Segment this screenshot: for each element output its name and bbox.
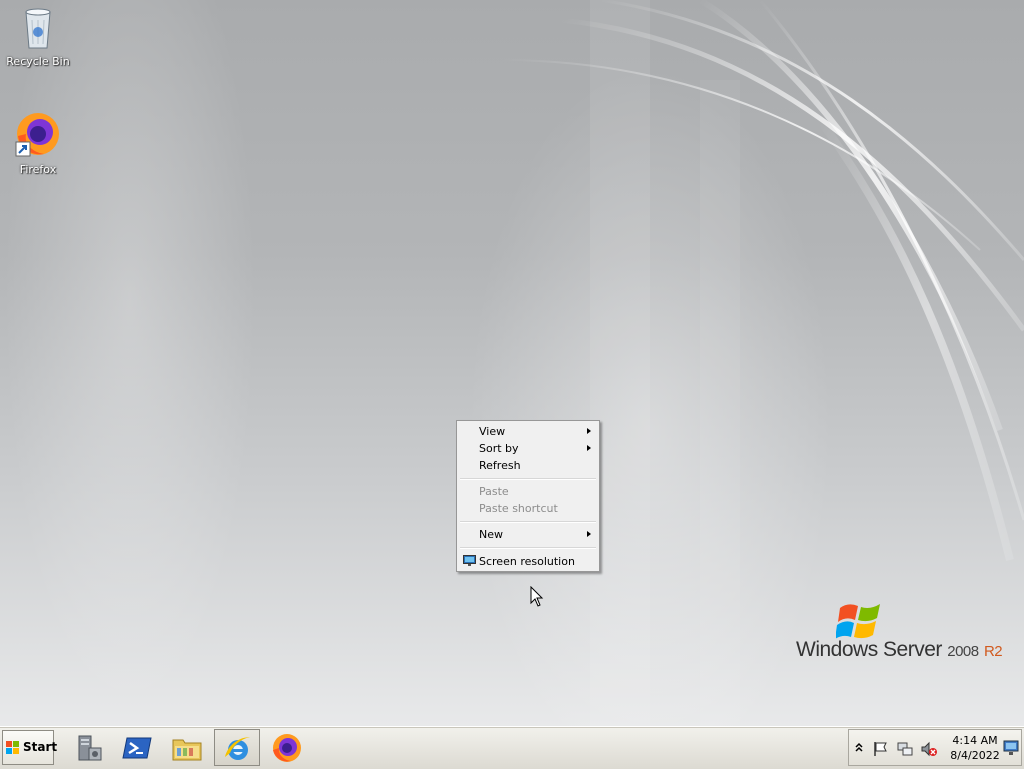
windows-logo-icon (836, 604, 880, 639)
system-clock[interactable]: 4:14 AM 8/4/2022 (945, 733, 1005, 763)
menu-separator (460, 478, 596, 480)
brand-product: Windows Server (796, 638, 942, 661)
clock-date: 8/4/2022 (950, 749, 1000, 762)
submenu-arrow-icon (587, 428, 591, 434)
menu-item-view-label: View (479, 425, 506, 438)
menu-item-new[interactable]: New (459, 526, 597, 543)
menu-separator (460, 521, 596, 523)
show-hidden-icons-icon[interactable] (855, 742, 863, 752)
recycle-bin-icon (25, 8, 51, 49)
taskbar-internet-explorer[interactable] (214, 729, 260, 766)
recycle-bin-icon-shortcut[interactable]: Recycle Bin (3, 6, 73, 68)
menu-item-paste[interactable]: Paste (459, 483, 597, 500)
network-icon[interactable] (897, 741, 913, 757)
taskbar-firefox[interactable] (264, 729, 310, 766)
start-windows-icon (6, 741, 19, 754)
folder-icon (172, 739, 202, 761)
menu-item-paste-shortcut-label: Paste shortcut (479, 502, 558, 515)
taskbar: Start 4:14 AM 8/4/2022 (0, 726, 1024, 769)
menu-item-sort-by-label: Sort by (479, 442, 519, 455)
taskbar-powershell[interactable] (114, 729, 160, 766)
firefox-icon (273, 734, 301, 762)
server-manager-icon (78, 735, 102, 761)
brand-edition: R2 (983, 643, 1003, 660)
menu-item-paste-label: Paste (479, 485, 509, 498)
powershell-icon (122, 737, 152, 759)
menu-item-screen-resolution-label: Screen resolution (479, 555, 575, 568)
submenu-arrow-icon (587, 531, 591, 537)
submenu-arrow-icon (587, 445, 591, 451)
ie-icon (225, 737, 251, 760)
recycle-bin-label: Recycle Bin (6, 55, 70, 68)
menu-item-view[interactable]: View (459, 423, 597, 440)
desktop-context-menu: View Sort by Refresh Paste Paste shortcu… (456, 420, 600, 572)
menu-item-new-label: New (479, 528, 503, 541)
taskbar-windows-explorer[interactable] (164, 729, 210, 766)
windows-server-branding: Windows Server 2008 R2 (790, 598, 1010, 668)
menu-item-paste-shortcut[interactable]: Paste shortcut (459, 500, 597, 517)
notification-area: 4:14 AM 8/4/2022 (848, 729, 1022, 766)
taskbar-server-manager[interactable] (66, 729, 112, 766)
clock-time: 4:14 AM (952, 734, 998, 747)
show-desktop-icon[interactable] (1003, 739, 1019, 757)
menu-item-sort-by[interactable]: Sort by (459, 440, 597, 457)
menu-item-refresh-label: Refresh (479, 459, 521, 472)
firefox-label: Firefox (19, 163, 57, 176)
monitor-icon (463, 555, 476, 566)
action-center-flag-icon[interactable] (873, 741, 889, 757)
menu-item-screen-resolution[interactable]: Screen resolution (459, 553, 597, 570)
brand-version: 2008 (947, 643, 979, 660)
start-label: Start (23, 740, 58, 754)
firefox-icon (15, 113, 59, 157)
firefox-desktop-shortcut[interactable]: Firefox (3, 110, 73, 176)
start-button[interactable]: Start (2, 730, 58, 765)
brand-text: Windows Server 2008 R2 (796, 638, 1003, 662)
volume-muted-icon[interactable] (921, 741, 937, 757)
menu-item-refresh[interactable]: Refresh (459, 457, 597, 474)
desktop[interactable]: Recycle Bin Firefox Windows Server 2008 … (0, 0, 1024, 726)
menu-separator (460, 547, 596, 549)
mouse-pointer-icon (530, 586, 544, 607)
